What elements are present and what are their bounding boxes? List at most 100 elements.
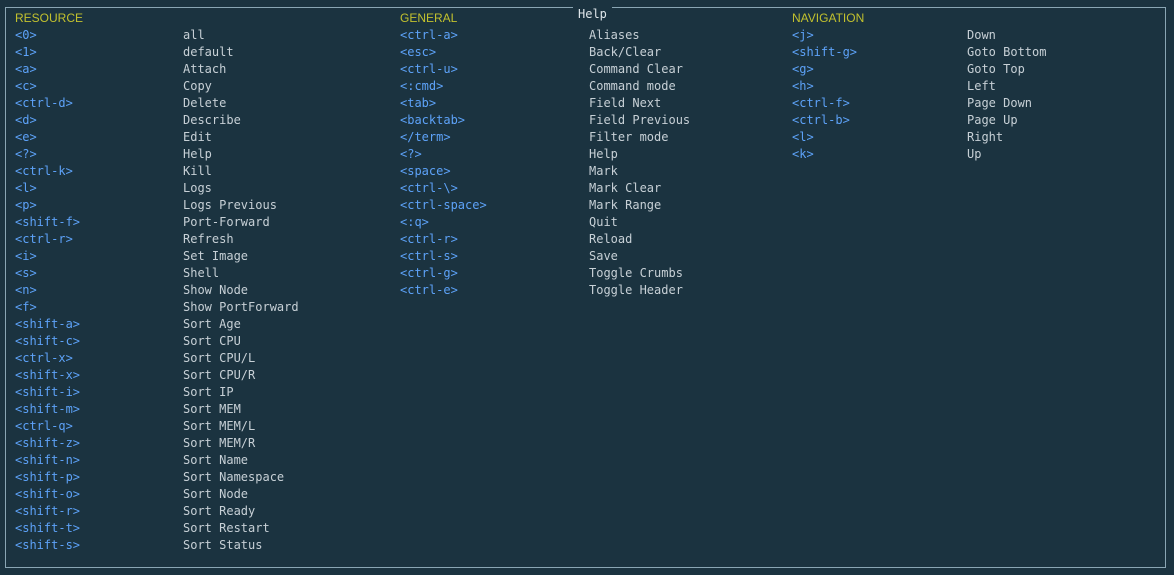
shortcut-description: Right (967, 130, 1004, 144)
shortcut-key: <s> (15, 266, 37, 280)
shortcut-row: <shift-m> Sort MEM (15, 401, 385, 418)
shortcut-key: <shift-f> (15, 215, 81, 229)
shortcut-key: <0> (15, 28, 37, 42)
shortcut-description: Sort MEM (183, 402, 241, 416)
shortcut-key: <shift-m> (15, 402, 81, 416)
shortcut-description: Sort Name (183, 453, 249, 467)
shortcut-description: Mark Clear (589, 181, 662, 195)
shortcut-row: <shift-a> Sort Age (15, 316, 385, 333)
shortcut-description: Down (967, 28, 996, 42)
shortcut-row: <s> Shell (15, 265, 385, 282)
shortcut-key: <ctrl-k> (15, 164, 73, 178)
shortcut-key: <j> (792, 28, 814, 42)
shortcut-key: <shift-r> (15, 504, 81, 518)
shortcut-key: <ctrl-x> (15, 351, 73, 365)
shortcut-key: <shift-c> (15, 334, 81, 348)
shortcut-key: <shift-x> (15, 368, 81, 382)
shortcut-description: Refresh (183, 232, 234, 246)
shortcut-row: <shift-i> Sort IP (15, 384, 385, 401)
shortcut-row: <e> Edit (15, 129, 385, 146)
shortcut-row: <g> Goto Top (792, 61, 1162, 78)
shortcut-description: Goto Bottom (967, 45, 1047, 59)
section-general: GENERAL <ctrl-a> Aliases <esc> Back/Clear <c… (400, 10, 780, 299)
shortcut-key: <c> (15, 79, 37, 93)
shortcut-description: Left (967, 79, 996, 93)
shortcut-row: <shift-o> Sort Node (15, 486, 385, 503)
shortcut-row: <shift-f> Port-Forward (15, 214, 385, 231)
shortcut-key: <l> (792, 130, 814, 144)
shortcut-row: <shift-z> Sort MEM/R (15, 435, 385, 452)
shortcut-row: <h> Left (792, 78, 1162, 95)
shortcut-key: <ctrl-\> (400, 181, 458, 195)
shortcut-key: <ctrl-a> (400, 28, 458, 42)
shortcut-key: <ctrl-e> (400, 283, 458, 297)
shortcut-description: Save (589, 249, 618, 263)
shortcut-row: <ctrl-r> Reload (400, 231, 780, 248)
shortcut-row: <ctrl-b> Page Up (792, 112, 1162, 129)
shortcut-key: <shift-n> (15, 453, 81, 467)
shortcut-row: <l> Logs (15, 180, 385, 197)
shortcut-key: </term> (400, 130, 451, 144)
shortcut-row: <k> Up (792, 146, 1162, 163)
shortcut-key: <ctrl-s> (400, 249, 458, 263)
shortcut-description: all (183, 28, 205, 42)
shortcut-row: <1> default (15, 44, 385, 61)
shortcut-description: Sort Age (183, 317, 241, 331)
shortcut-description: Mark Range (589, 198, 662, 212)
shortcut-description: Show Node (183, 283, 249, 297)
shortcut-row: <ctrl-k> Kill (15, 163, 385, 180)
shortcut-key: <space> (400, 164, 451, 178)
shortcut-row: <d> Describe (15, 112, 385, 129)
shortcut-description: default (183, 45, 234, 59)
shortcut-description: Sort Namespace (183, 470, 285, 484)
shortcut-key: <i> (15, 249, 37, 263)
section-navigation: NAVIGATION <j> Down <shift-g> Goto Bottom <g… (792, 10, 1162, 163)
shortcut-row: <space> Mark (400, 163, 780, 180)
shortcut-key: <tab> (400, 96, 437, 110)
shortcut-row: <a> Attach (15, 61, 385, 78)
shortcut-description: Command mode (589, 79, 676, 93)
shortcut-key: <esc> (400, 45, 437, 59)
shortcut-description: Kill (183, 164, 212, 178)
shortcut-description: Sort Status (183, 538, 263, 552)
shortcut-key: <:cmd> (400, 79, 444, 93)
shortcut-key: <n> (15, 283, 37, 297)
shortcut-key: <a> (15, 62, 37, 76)
shortcut-row: <ctrl-d> Delete (15, 95, 385, 112)
shortcut-key: <ctrl-g> (400, 266, 458, 280)
shortcut-row: <:cmd> Command mode (400, 78, 780, 95)
shortcut-row: <shift-n> Sort Name (15, 452, 385, 469)
shortcut-row: <shift-p> Sort Namespace (15, 469, 385, 486)
shortcut-description: Page Down (967, 96, 1033, 110)
shortcut-key: <shift-a> (15, 317, 81, 331)
shortcut-key: <ctrl-r> (400, 232, 458, 246)
shortcut-description: Toggle Header (589, 283, 683, 297)
shortcut-row: <ctrl-a> Aliases (400, 27, 780, 44)
shortcut-key: <f> (15, 300, 37, 314)
shortcut-description: Port-Forward (183, 215, 270, 229)
shortcut-description: Quit (589, 215, 618, 229)
shortcut-row: <i> Set Image (15, 248, 385, 265)
shortcut-key: <shift-t> (15, 521, 81, 535)
shortcut-key: <ctrl-space> (400, 198, 487, 212)
shortcut-key: <l> (15, 181, 37, 195)
shortcut-description: Field Previous (589, 113, 691, 127)
shortcut-description: Sort IP (183, 385, 234, 399)
shortcut-key: <1> (15, 45, 37, 59)
shortcut-key: <?> (15, 147, 37, 161)
shortcut-row: <p> Logs Previous (15, 197, 385, 214)
shortcut-key: <ctrl-f> (792, 96, 850, 110)
shortcut-key: <h> (792, 79, 814, 93)
shortcut-description: Mark (589, 164, 618, 178)
shortcut-row: <:q> Quit (400, 214, 780, 231)
shortcut-description: Filter mode (589, 130, 669, 144)
shortcut-row: <f> Show PortForward (15, 299, 385, 316)
shortcut-description: Logs (183, 181, 212, 195)
shortcut-row: <?> Help (400, 146, 780, 163)
shortcut-description: Sort Node (183, 487, 249, 501)
shortcut-row: <backtab> Field Previous (400, 112, 780, 129)
shortcut-key: <e> (15, 130, 37, 144)
shortcut-description: Sort MEM/R (183, 436, 256, 450)
shortcut-description: Delete (183, 96, 227, 110)
shortcut-row: <ctrl-space> Mark Range (400, 197, 780, 214)
